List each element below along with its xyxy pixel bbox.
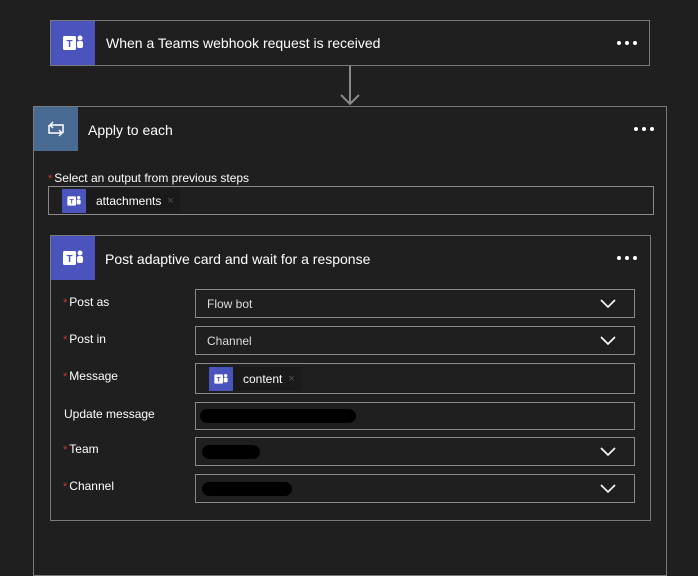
team-label: * Team bbox=[63, 442, 99, 456]
post-in-label: * Post in bbox=[63, 332, 106, 346]
chevron-down-icon bbox=[600, 447, 616, 457]
teams-icon: T bbox=[62, 188, 86, 213]
post-in-dropdown[interactable]: Channel bbox=[195, 326, 635, 355]
update-message-field[interactable] bbox=[195, 402, 635, 430]
action-title: Post adaptive card and wait for a respon… bbox=[105, 251, 371, 267]
chevron-down-icon bbox=[600, 336, 616, 346]
svg-text:T: T bbox=[217, 376, 221, 383]
redacted-value bbox=[202, 481, 292, 496]
required-mark: * bbox=[63, 444, 68, 456]
channel-label: * Channel bbox=[63, 479, 114, 493]
teams-icon: T bbox=[209, 366, 233, 391]
remove-token-icon[interactable]: × bbox=[167, 195, 179, 207]
message-label: * Message bbox=[63, 369, 118, 383]
trigger-card[interactable]: T When a Teams webhook request is receiv… bbox=[50, 20, 650, 66]
team-dropdown[interactable] bbox=[195, 437, 635, 466]
team-label-text: Team bbox=[69, 442, 99, 456]
post-in-value: Channel bbox=[207, 333, 252, 348]
select-output-label: * Select an output from previous steps bbox=[48, 171, 249, 185]
chevron-down-icon bbox=[600, 299, 616, 309]
redacted-value bbox=[202, 444, 260, 459]
more-options-icon[interactable] bbox=[617, 256, 637, 260]
loop-title: Apply to each bbox=[88, 122, 173, 138]
post-as-dropdown[interactable]: Flow bot bbox=[195, 289, 635, 318]
teams-icon: T bbox=[51, 21, 95, 65]
teams-icon: T bbox=[51, 236, 95, 280]
remove-token-icon[interactable]: × bbox=[288, 373, 300, 385]
post-in-label-text: Post in bbox=[69, 332, 106, 346]
select-output-label-text: Select an output from previous steps bbox=[54, 171, 250, 185]
channel-dropdown[interactable] bbox=[195, 474, 635, 503]
content-token[interactable]: T content × bbox=[209, 366, 301, 391]
attachments-token[interactable]: T attachments × bbox=[62, 188, 180, 213]
message-field[interactable]: T content × bbox=[195, 363, 635, 394]
redacted-value bbox=[200, 409, 356, 423]
apply-to-each-card[interactable]: Apply to each * Select an output from pre… bbox=[33, 106, 667, 576]
required-mark: * bbox=[63, 481, 68, 493]
svg-text:T: T bbox=[70, 198, 74, 205]
update-message-label: Update message bbox=[64, 407, 155, 421]
token-label: attachments bbox=[96, 193, 162, 208]
token-label: content bbox=[243, 371, 283, 386]
post-adaptive-card-action[interactable]: T Post adaptive card and wait for a resp… bbox=[50, 235, 651, 521]
post-as-label-text: Post as bbox=[69, 295, 110, 309]
message-label-text: Message bbox=[69, 369, 118, 383]
channel-label-text: Channel bbox=[69, 479, 114, 493]
post-as-value: Flow bot bbox=[207, 296, 253, 311]
svg-text:T: T bbox=[66, 39, 72, 50]
chevron-down-icon bbox=[600, 484, 616, 494]
more-options-icon[interactable] bbox=[617, 41, 637, 45]
connector-arrow-icon bbox=[340, 66, 360, 106]
required-mark: * bbox=[63, 371, 68, 383]
select-output-field[interactable]: T attachments × bbox=[48, 186, 654, 215]
trigger-title: When a Teams webhook request is received bbox=[106, 35, 381, 51]
required-mark: * bbox=[63, 297, 68, 309]
svg-text:T: T bbox=[66, 254, 72, 265]
loop-icon bbox=[34, 107, 78, 151]
post-as-label: * Post as bbox=[63, 295, 109, 309]
required-mark: * bbox=[63, 334, 68, 346]
required-mark: * bbox=[48, 173, 53, 185]
more-options-icon[interactable] bbox=[634, 127, 654, 131]
